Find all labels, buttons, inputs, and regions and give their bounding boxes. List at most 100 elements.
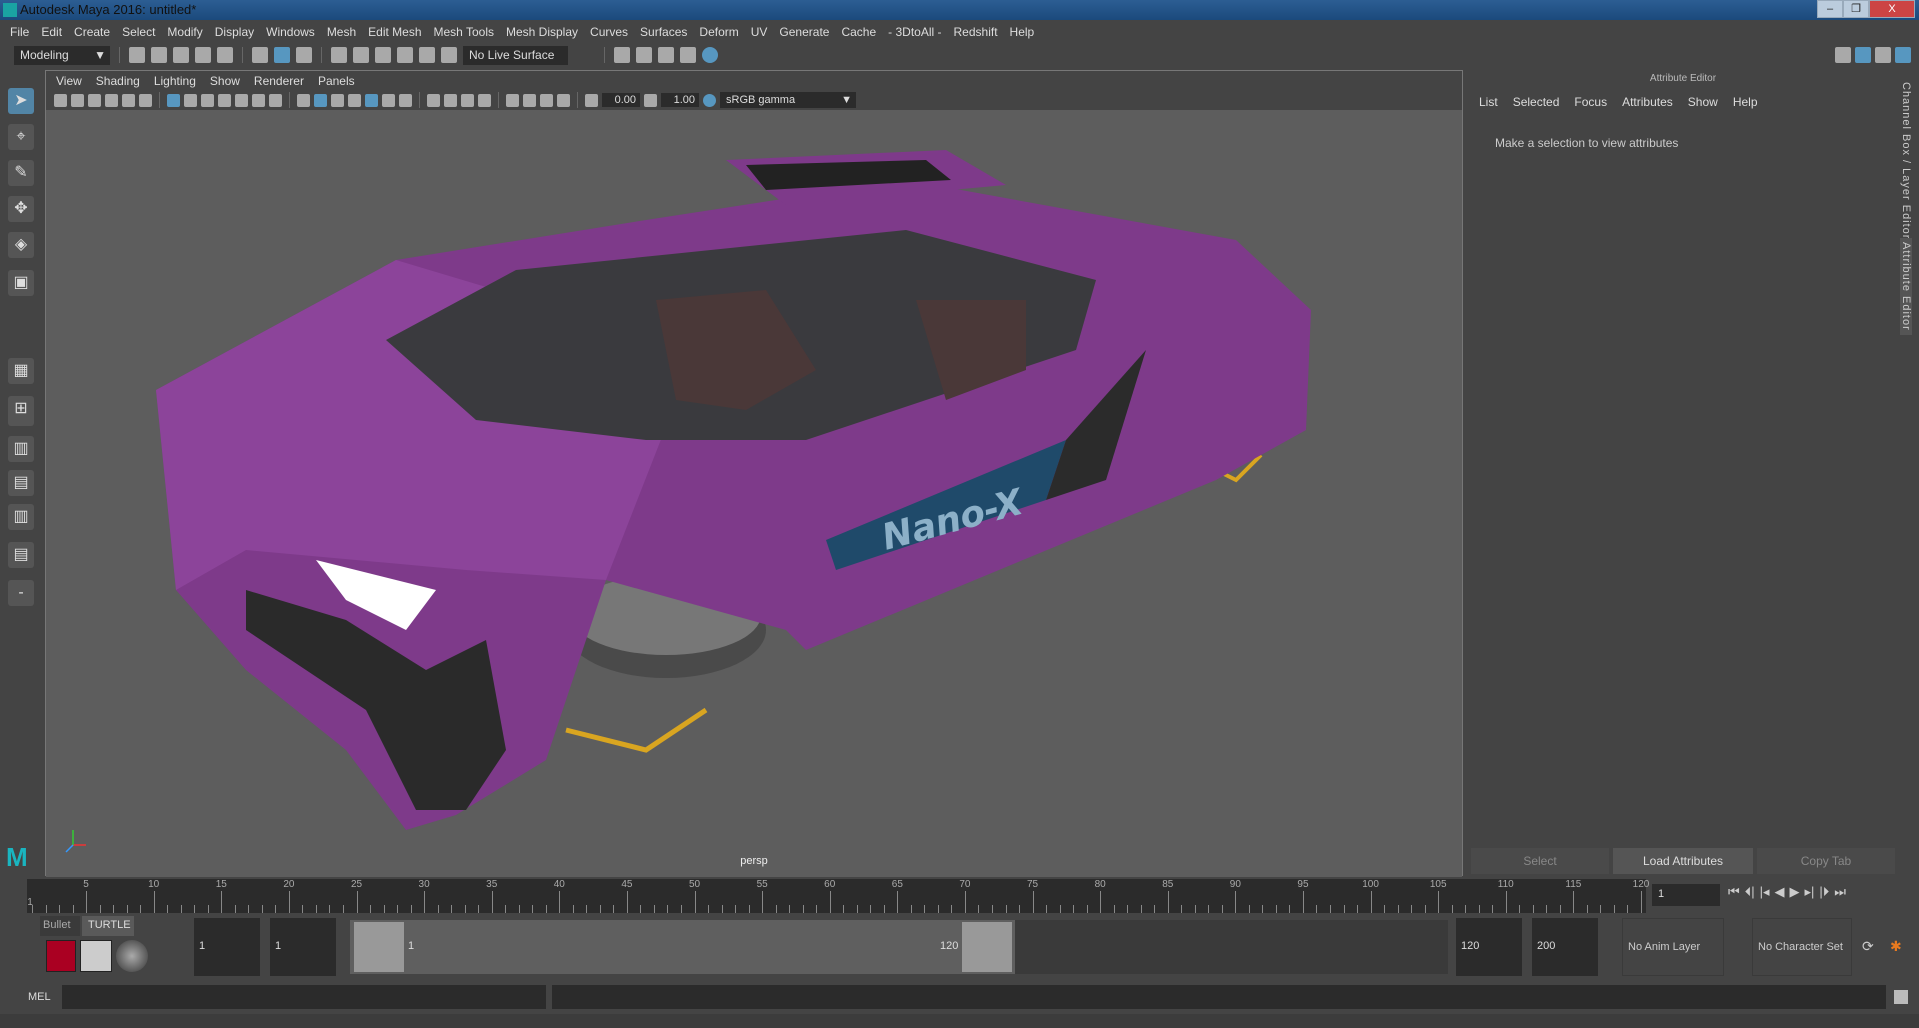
menu-file[interactable]: File bbox=[10, 25, 29, 39]
safe-action-icon[interactable] bbox=[252, 93, 265, 107]
attr-menu-show[interactable]: Show bbox=[1688, 95, 1718, 109]
default-material-icon[interactable] bbox=[331, 93, 344, 107]
grid-icon[interactable] bbox=[167, 93, 180, 107]
viewport-menu-shading[interactable]: Shading bbox=[96, 74, 140, 88]
step-forward-key-icon[interactable]: ▸| bbox=[1805, 884, 1815, 900]
isolate-select-icon[interactable] bbox=[506, 93, 519, 107]
viewport-menu-show[interactable]: Show bbox=[210, 74, 240, 88]
save-scene-icon[interactable] bbox=[173, 47, 189, 63]
step-forward-icon[interactable]: |⏵ bbox=[1819, 884, 1829, 900]
menu-3dtoall[interactable]: - 3DtoAll - bbox=[888, 25, 941, 39]
safe-title-icon[interactable] bbox=[269, 93, 282, 107]
snap-curve-icon[interactable] bbox=[353, 47, 369, 63]
persp-outliner-layout-icon[interactable]: ▤ bbox=[8, 470, 34, 496]
select-tool-icon[interactable]: ➤ bbox=[8, 88, 34, 114]
command-input[interactable] bbox=[62, 985, 546, 1009]
menu-mesh-tools[interactable]: Mesh Tools bbox=[434, 25, 494, 39]
tool-settings-icon[interactable] bbox=[1875, 47, 1891, 63]
play-forward-icon[interactable]: ▶ bbox=[1790, 884, 1800, 900]
make-live-icon[interactable] bbox=[441, 47, 457, 63]
mel-label[interactable]: MEL bbox=[28, 991, 51, 1003]
shelf-tab-turtle[interactable]: TURTLE bbox=[82, 916, 134, 936]
load-attributes-button[interactable]: Load Attributes bbox=[1613, 848, 1753, 874]
lasso-tool-icon[interactable]: ⌖ bbox=[8, 124, 34, 150]
viewport-menu-panels[interactable]: Panels bbox=[318, 74, 355, 88]
shadows-icon[interactable] bbox=[399, 93, 412, 107]
anti-aliasing-icon[interactable] bbox=[461, 93, 474, 107]
attr-menu-attributes[interactable]: Attributes bbox=[1622, 95, 1673, 109]
anim-layer-dropdown[interactable]: No Anim Layer bbox=[1622, 918, 1724, 976]
menu-edit[interactable]: Edit bbox=[41, 25, 62, 39]
menu-mesh[interactable]: Mesh bbox=[327, 25, 356, 39]
channel-box-tab[interactable]: Channel Box / Layer Editor bbox=[1900, 82, 1912, 239]
menu-redshift[interactable]: Redshift bbox=[954, 25, 998, 39]
2d-pan-zoom-icon[interactable] bbox=[122, 93, 135, 107]
bookmark-icon[interactable] bbox=[88, 93, 101, 107]
restore-button[interactable]: ❐ bbox=[1843, 0, 1869, 18]
four-view-layout-icon[interactable]: ⊞ bbox=[8, 396, 34, 426]
smooth-shade-icon[interactable] bbox=[314, 93, 327, 107]
grease-pencil-icon[interactable] bbox=[139, 93, 152, 107]
use-lights-icon[interactable] bbox=[382, 93, 395, 107]
menu-mesh-display[interactable]: Mesh Display bbox=[506, 25, 578, 39]
new-scene-icon[interactable] bbox=[129, 47, 145, 63]
side-by-side-layout-icon[interactable]: ▥ bbox=[8, 436, 34, 462]
gate-mask-icon[interactable] bbox=[218, 93, 231, 107]
scale-tool-icon[interactable]: ▣ bbox=[8, 270, 34, 296]
ipr-render-icon[interactable] bbox=[658, 47, 674, 63]
step-back-key-icon[interactable]: |◂ bbox=[1760, 884, 1770, 900]
menu-generate[interactable]: Generate bbox=[779, 25, 829, 39]
animation-preferences-icon[interactable]: ⟳ bbox=[1862, 938, 1874, 955]
xray-joints-icon[interactable] bbox=[557, 93, 570, 107]
go-to-start-icon[interactable]: ⏮ bbox=[1728, 884, 1740, 900]
xray-active-icon[interactable] bbox=[540, 93, 553, 107]
channel-box-toggle-icon[interactable] bbox=[1895, 47, 1911, 63]
attribute-editor-tab[interactable]: Attribute Editor bbox=[1900, 238, 1912, 335]
script-editor-icon[interactable] bbox=[1894, 990, 1908, 1004]
select-object-icon[interactable] bbox=[274, 47, 290, 63]
shelf-tab-bullet[interactable]: Bullet bbox=[40, 916, 80, 936]
time-slider[interactable]: 1 5 10 15 20 25 30 35 40 45 50 55 60 65 70 75 80 85 90 95 1… bbox=[27, 879, 1649, 913]
wireframe-on-shaded-icon[interactable] bbox=[348, 93, 361, 107]
camera-icon[interactable] bbox=[54, 93, 67, 107]
menu-display[interactable]: Display bbox=[215, 25, 254, 39]
depth-of-field-icon[interactable] bbox=[478, 93, 491, 107]
snap-view-icon[interactable] bbox=[397, 47, 413, 63]
xray-icon[interactable] bbox=[523, 93, 536, 107]
playback-end-field[interactable]: 120 bbox=[1456, 918, 1522, 976]
start-time-field[interactable]: 1 bbox=[194, 918, 260, 976]
color-space-dropdown[interactable]: sRGB gamma ▼ bbox=[720, 92, 856, 108]
snap-surface-icon[interactable] bbox=[419, 47, 435, 63]
menu-surfaces[interactable]: Surfaces bbox=[640, 25, 687, 39]
paint-select-tool-icon[interactable]: ✎ bbox=[8, 160, 34, 186]
snap-point-icon[interactable] bbox=[375, 47, 391, 63]
range-end-handle[interactable] bbox=[962, 922, 1012, 972]
menu-deform[interactable]: Deform bbox=[699, 25, 738, 39]
menu-modify[interactable]: Modify bbox=[167, 25, 202, 39]
end-time-field[interactable]: 200 bbox=[1532, 918, 1598, 976]
viewport-menu-renderer[interactable]: Renderer bbox=[254, 74, 304, 88]
modeling-toolkit-icon[interactable] bbox=[1835, 47, 1851, 63]
camera-attributes-icon[interactable] bbox=[71, 93, 84, 107]
attr-menu-focus[interactable]: Focus bbox=[1574, 95, 1607, 109]
motion-blur-icon[interactable] bbox=[444, 93, 457, 107]
exposure-field[interactable]: 0.00 bbox=[602, 93, 640, 107]
current-frame-field[interactable]: 1 bbox=[1652, 884, 1720, 906]
playback-start-field[interactable]: 1 bbox=[270, 918, 336, 976]
menu-curves[interactable]: Curves bbox=[590, 25, 628, 39]
textured-icon[interactable] bbox=[365, 93, 378, 107]
render-settings-icon[interactable] bbox=[680, 47, 696, 63]
attr-menu-help[interactable]: Help bbox=[1733, 95, 1758, 109]
range-slider[interactable]: 1 120 bbox=[350, 920, 1015, 974]
minimize-button[interactable]: – bbox=[1817, 0, 1843, 18]
go-to-end-icon[interactable]: ⏭ bbox=[1834, 884, 1846, 900]
select-button[interactable]: Select bbox=[1471, 848, 1609, 874]
render-view-icon[interactable] bbox=[614, 47, 630, 63]
viewport-menu-lighting[interactable]: Lighting bbox=[154, 74, 196, 88]
more-layouts-icon[interactable]: - bbox=[8, 580, 34, 606]
baking-icon[interactable] bbox=[80, 940, 112, 972]
select-component-icon[interactable] bbox=[296, 47, 312, 63]
image-plane-icon[interactable] bbox=[105, 93, 118, 107]
menu-help[interactable]: Help bbox=[1010, 25, 1035, 39]
redo-icon[interactable] bbox=[217, 47, 233, 63]
